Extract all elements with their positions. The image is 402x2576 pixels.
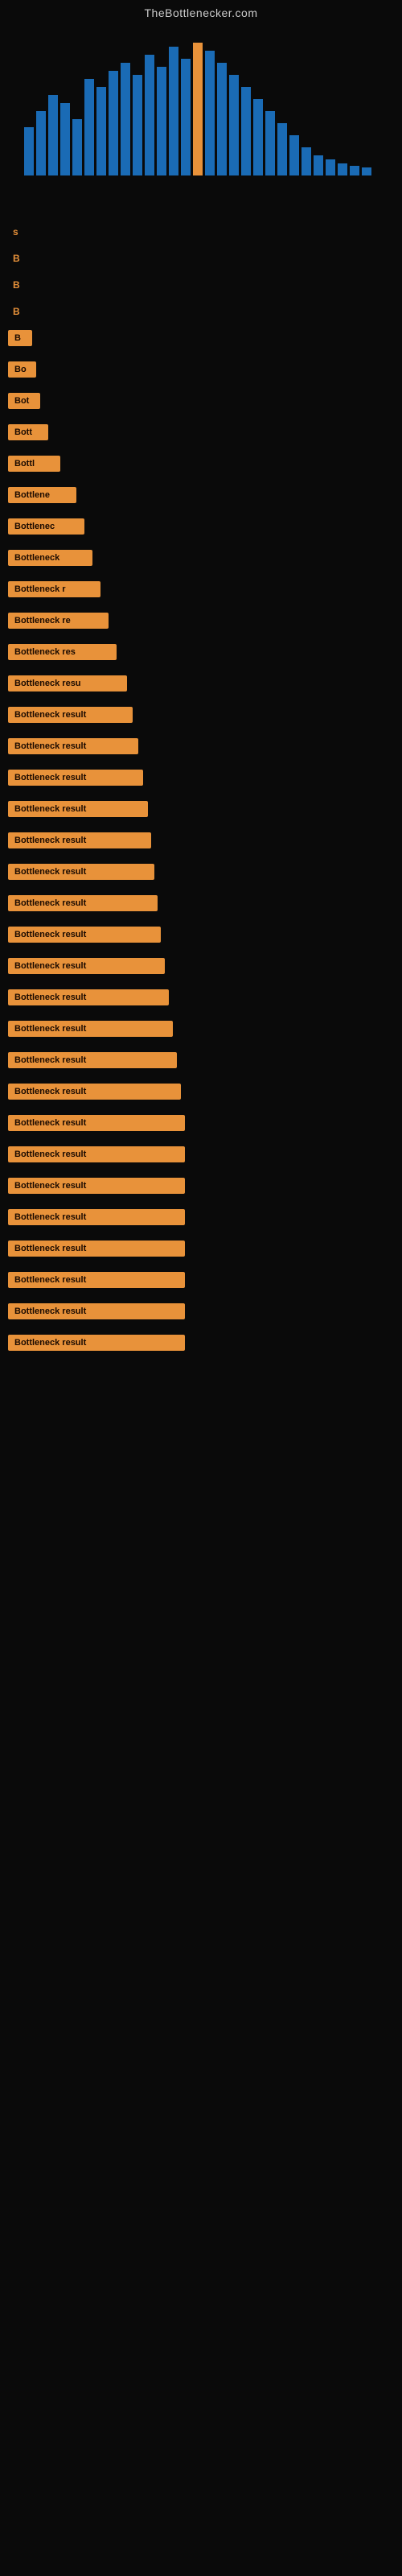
bottleneck-result-label: Bottleneck result <box>8 895 158 911</box>
bottleneck-result-label: Bottl <box>8 456 60 472</box>
bottleneck-result-label: Bottleneck result <box>8 738 138 754</box>
bottleneck-result-label: Bottleneck result <box>8 1115 185 1131</box>
result-row: Bottlenec <box>8 518 394 543</box>
result-row: B <box>8 277 394 297</box>
bottleneck-result-label: Bottleneck result <box>8 1084 181 1100</box>
result-row: Bottleneck result <box>8 707 394 732</box>
result-row: Bottleneck resu <box>8 675 394 700</box>
site-title: TheBottlenecker.com <box>0 0 402 23</box>
result-row: Bottleneck result <box>8 1052 394 1077</box>
bottleneck-result-label: Bottleneck res <box>8 644 117 660</box>
result-row: Bottleneck re <box>8 613 394 638</box>
result-row: Bottleneck result <box>8 832 394 857</box>
bottleneck-result-label: Bottleneck result <box>8 1178 185 1194</box>
bottleneck-result-label: Bottleneck result <box>8 1272 185 1288</box>
bottleneck-result-label: Bottlenec <box>8 518 84 535</box>
bottleneck-result-label: Bottleneck result <box>8 801 148 817</box>
bottleneck-result-label: Bottleneck result <box>8 1052 177 1068</box>
chart-area <box>16 31 386 208</box>
bottleneck-result-label: Bottleneck result <box>8 958 165 974</box>
result-row: Bott <box>8 424 394 449</box>
bottleneck-result-label: Bottleneck result <box>8 832 151 848</box>
bottleneck-result-label: Bottleneck result <box>8 1209 185 1225</box>
result-row: Bottleneck result <box>8 1146 394 1171</box>
bottleneck-result-label: Bottleneck result <box>8 1241 185 1257</box>
bottleneck-result-label: Bottlene <box>8 487 76 503</box>
bottleneck-result-label: Bottleneck result <box>8 1303 185 1319</box>
early-label-bot: B <box>8 303 48 320</box>
result-row: Bottleneck result <box>8 1084 394 1108</box>
result-row: Bo <box>8 361 394 386</box>
result-row: Bottleneck result <box>8 927 394 952</box>
result-row: Bottl <box>8 456 394 481</box>
bottleneck-result-label: Bottleneck re <box>8 613 109 629</box>
result-row: Bottleneck result <box>8 801 394 826</box>
results-list: B Bo Bot Bott Bottl Bottlene Bottlenec Bottlene… <box>8 330 394 1360</box>
bottleneck-result-label: B <box>8 330 32 346</box>
bottleneck-result-label: Bot <box>8 393 40 409</box>
result-row: Bottleneck result <box>8 1335 394 1360</box>
result-row: Bottleneck r <box>8 581 394 606</box>
bottleneck-result-label: Bottleneck result <box>8 1021 173 1037</box>
result-row: Bottleneck result <box>8 864 394 889</box>
result-row: B <box>8 330 394 355</box>
result-row: Bottleneck res <box>8 644 394 669</box>
bottleneck-result-label: Bottleneck r <box>8 581 100 597</box>
result-row: Bottleneck result <box>8 958 394 983</box>
bottleneck-result-label: Bottleneck result <box>8 770 143 786</box>
result-row: Bottleneck result <box>8 1209 394 1234</box>
bottleneck-result-label: Bottleneck <box>8 550 92 566</box>
result-row: Bot <box>8 393 394 418</box>
result-row: s <box>8 224 394 244</box>
bottleneck-result-label: Bottleneck result <box>8 1335 185 1351</box>
early-label-bo: B <box>8 277 40 293</box>
result-row: Bottleneck result <box>8 1178 394 1203</box>
chart-svg <box>16 31 386 192</box>
bottleneck-result-label: Bottleneck resu <box>8 675 127 691</box>
early-label-s: s <box>8 224 32 240</box>
result-row: Bottleneck result <box>8 1303 394 1328</box>
results-container: s B B B B Bo Bot Bott Bottl Bottlene Bottlenec… <box>0 224 402 1360</box>
bottleneck-result-label: Bottleneck result <box>8 707 133 723</box>
result-row: Bottleneck result <box>8 770 394 795</box>
result-row: Bottleneck result <box>8 1272 394 1297</box>
bottleneck-result-label: Bottleneck result <box>8 989 169 1005</box>
result-row: Bottleneck result <box>8 989 394 1014</box>
result-row: B <box>8 250 394 270</box>
result-row: Bottleneck result <box>8 895 394 920</box>
bottleneck-result-label: Bottleneck result <box>8 927 161 943</box>
result-row: B <box>8 303 394 324</box>
result-row: Bottlene <box>8 487 394 512</box>
bottleneck-result-label: Bottleneck result <box>8 1146 185 1162</box>
result-row: Bottleneck <box>8 550 394 575</box>
early-label-b: B <box>8 250 36 266</box>
result-row: Bottleneck result <box>8 1241 394 1265</box>
bottleneck-result-label: Bottleneck result <box>8 864 154 880</box>
bottleneck-result-label: Bott <box>8 424 48 440</box>
result-row: Bottleneck result <box>8 1021 394 1046</box>
bottleneck-result-label: Bo <box>8 361 36 378</box>
result-row: Bottleneck result <box>8 1115 394 1140</box>
result-row: Bottleneck result <box>8 738 394 763</box>
